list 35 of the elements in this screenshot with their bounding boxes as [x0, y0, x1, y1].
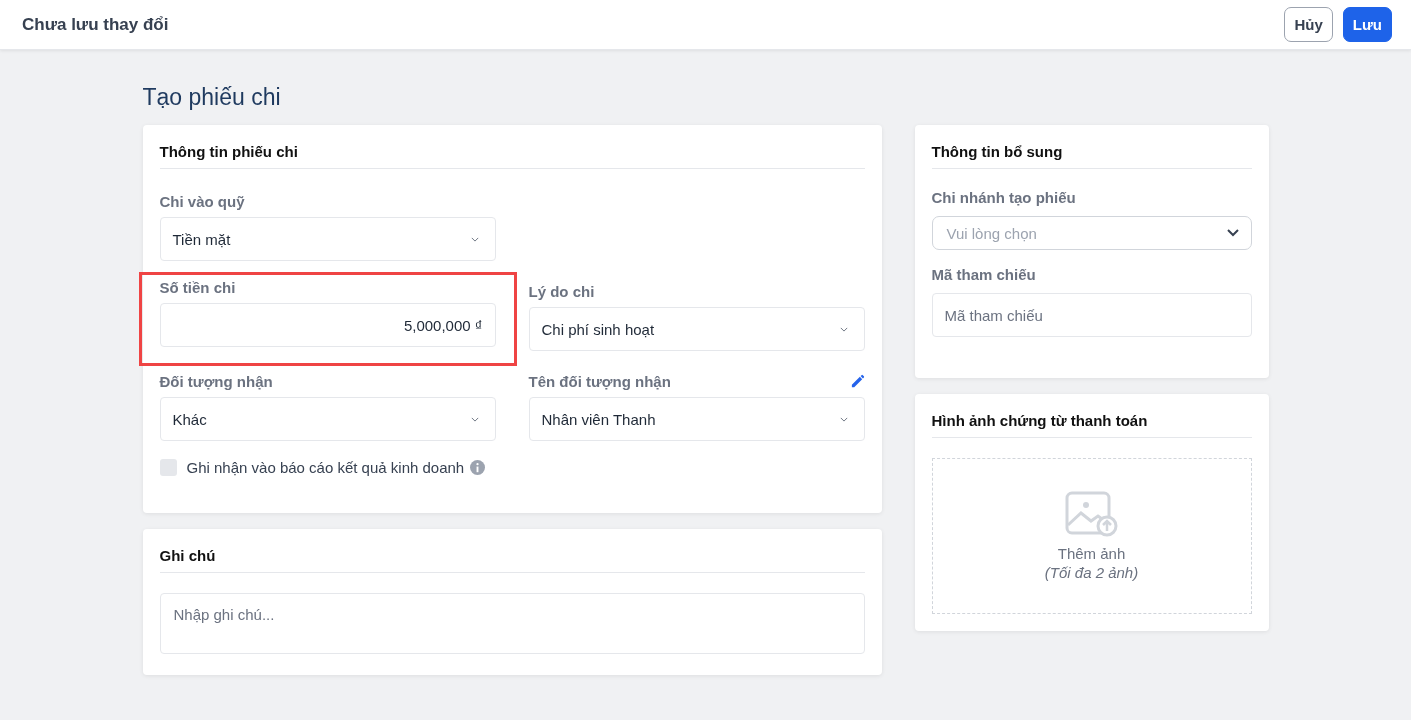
- page-status-title: Chưa lưu thay đổi: [22, 14, 169, 35]
- save-button[interactable]: Lưu: [1342, 7, 1392, 42]
- card-title: Thông tin bổ sung: [931, 142, 1064, 162]
- chevron-down-icon: [1226, 229, 1239, 237]
- image-upload-area[interactable]: Thêm ảnh (Tối đa 2 ảnh): [931, 458, 1252, 614]
- image-upload-icon: [1064, 491, 1119, 537]
- upload-label: Thêm ảnh: [1057, 545, 1126, 562]
- text-field[interactable]: Mã tham chiếu: [931, 293, 1252, 337]
- select-field[interactable]: Khác: [159, 397, 496, 441]
- chevron-down-icon: [839, 416, 848, 422]
- field-label: Đối tượng nhận: [159, 373, 273, 390]
- field-label: Chi vào quỹ: [159, 193, 245, 210]
- page-title: Tạo phiếu chi: [142, 84, 282, 111]
- select-field[interactable]: Tiền mặt: [159, 217, 496, 261]
- checkbox[interactable]: [159, 459, 177, 476]
- field-label: Mã tham chiếu: [931, 266, 1037, 283]
- card-title: Thông tin phiếu chi: [159, 142, 299, 162]
- chevron-down-icon: [470, 236, 479, 242]
- upload-hint: (Tối đa 2 ảnh): [1044, 564, 1139, 581]
- chevron-down-icon: [839, 326, 848, 332]
- info-icon[interactable]: [470, 460, 486, 475]
- cancel-button[interactable]: Hủy: [1284, 7, 1333, 42]
- note-field[interactable]: Nhập ghi chú...: [159, 593, 865, 654]
- card-title: Hình ảnh chứng từ thanh toán: [931, 411, 1149, 431]
- amount-field[interactable]: 5,000,000 ₫: [159, 303, 496, 347]
- pencil-icon[interactable]: [849, 374, 865, 389]
- checkbox-label: Ghi nhận vào báo cáo kết quả kinh doanh: [186, 459, 465, 476]
- select-field[interactable]: Chi phí sinh hoạt: [528, 307, 865, 351]
- card-title: Ghi chú: [159, 546, 217, 566]
- field-label: Tên đối tượng nhận: [528, 373, 671, 390]
- select-field[interactable]: Nhân viên Thanh: [528, 397, 865, 441]
- field-label: Số tiền chi: [159, 279, 236, 296]
- field-label: Chi nhánh tạo phiếu: [931, 189, 1077, 206]
- field-label: Lý do chi: [528, 283, 595, 300]
- chevron-down-icon: [470, 416, 479, 422]
